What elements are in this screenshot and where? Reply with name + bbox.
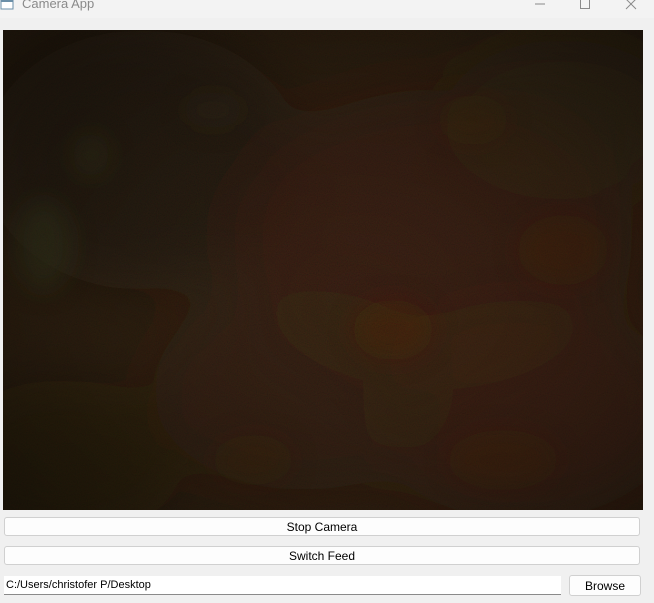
maximize-button[interactable]: [562, 0, 608, 14]
camera-feed: [3, 30, 643, 510]
switch-feed-button[interactable]: Switch Feed: [4, 546, 640, 565]
maximize-icon: [580, 0, 590, 9]
close-button[interactable]: [608, 0, 654, 14]
minimize-icon: [535, 3, 545, 5]
close-icon: [625, 0, 637, 10]
window-title: Camera App: [22, 0, 95, 11]
save-path-field[interactable]: C:/Users/christofer P/Desktop: [4, 576, 561, 595]
stop-camera-button[interactable]: Stop Camera: [4, 517, 640, 536]
browse-button[interactable]: Browse: [569, 575, 641, 596]
minimize-button[interactable]: [518, 0, 564, 14]
title-bar: Camera App: [0, 0, 654, 18]
camera-feed-image: [3, 30, 643, 510]
app-window-icon: [0, 0, 14, 11]
